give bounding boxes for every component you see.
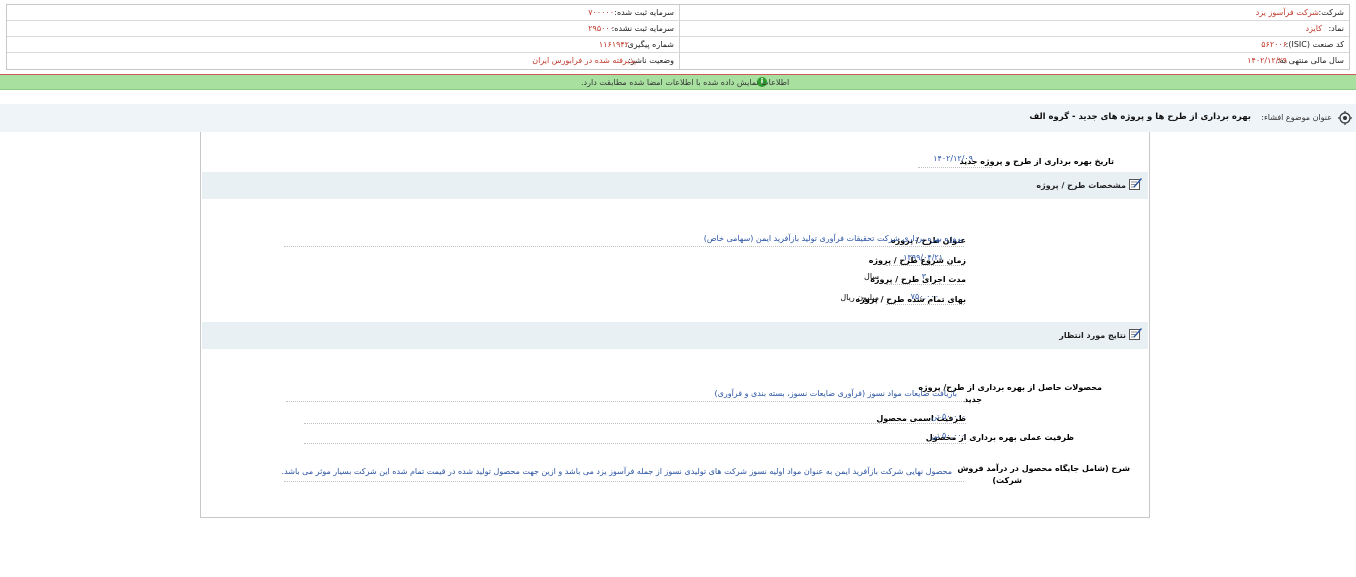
actual-capacity-value: ۵۰,۰۰۰ تن bbox=[931, 431, 966, 440]
symbol-label: نماد: bbox=[1328, 24, 1344, 33]
project-title-value: پروژه بهره برداری شرکت تحقیقات فرآوری تو… bbox=[703, 234, 963, 243]
edit-note-icon bbox=[1129, 328, 1142, 340]
subject-bar: عنوان موضوع افشاء: بهره برداری از طرح ها… bbox=[0, 104, 1356, 132]
exploitation-date-value: ۱۴۰۲/۱۲/۰۹ bbox=[933, 154, 973, 163]
results-section-header: نتایج مورد انتظار bbox=[202, 322, 1148, 349]
unregistered-capital-label: سرمایه ثبت نشده: bbox=[611, 24, 674, 33]
description-underline bbox=[284, 481, 964, 482]
duration-value: ۳ bbox=[921, 272, 926, 281]
duration-label: مدت اجرای طرح / پروژه bbox=[870, 275, 966, 284]
actual-capacity-underline bbox=[304, 443, 966, 444]
info-row-3: کد صنعت (ISIC): ۵۶۲۰۰۶ شماره پیگیری: ۱۱۶… bbox=[7, 37, 1349, 53]
cost-value: ۷۵۰,۰۰۰ bbox=[910, 292, 939, 301]
products-underline bbox=[286, 401, 966, 402]
description-label-line1: شرح (شامل جایگاه محصول در درآمد فروش bbox=[957, 464, 1130, 473]
tracking-value: ۱۱۶۱۹۴۲ bbox=[598, 40, 629, 49]
duration-underline bbox=[886, 284, 964, 285]
isic-label: کد صنعت (ISIC): bbox=[1285, 40, 1344, 49]
registered-capital-value: ۷۰۰۰۰۰ bbox=[588, 8, 614, 17]
nominal-capacity-value: ۵۰,۰۰۰ تن bbox=[931, 412, 966, 421]
start-time-underline bbox=[886, 265, 964, 266]
info-row-1: شرکت: شرکت فرآسوز یزد سرمایه ثبت شده: ۷۰… bbox=[7, 5, 1349, 21]
publisher-status-value: پذیرفته شده در فرابورس ایران bbox=[532, 56, 636, 65]
description-label-line2: شرکت) bbox=[992, 476, 1022, 485]
nominal-capacity-underline bbox=[304, 423, 966, 424]
edit-note-icon bbox=[1129, 178, 1142, 190]
signature-match-notice: i اطلاعات نمایش داده شده با اطلاعات امضا… bbox=[0, 74, 1356, 90]
cost-underline bbox=[886, 304, 964, 305]
fiscal-year-value: ۱۴۰۲/۱۲/۲۹ bbox=[1247, 56, 1287, 65]
isic-value: ۵۶۲۰۰۶ bbox=[1261, 40, 1287, 49]
company-info-table: شرکت: شرکت فرآسوز یزد سرمایه ثبت شده: ۷۰… bbox=[6, 4, 1350, 70]
project-section-header: مشخصات طرح / پروژه bbox=[202, 172, 1148, 199]
start-time-value: ۱۳۹۹/۰۴/۲۱ bbox=[903, 253, 943, 262]
products-value: بازیافت ضایعات مواد نسوز (فرآوری ضایعات … bbox=[714, 389, 957, 398]
results-section-title: نتایج مورد انتظار bbox=[1059, 331, 1126, 340]
registered-capital-label: سرمایه ثبت شده: bbox=[614, 8, 674, 17]
cost-unit: میلیون ریال bbox=[840, 293, 879, 302]
notice-text: اطلاعات نمایش داده شده با اطلاعات امضا ش… bbox=[581, 78, 790, 87]
info-row-2: نماد: کایزد سرمایه ثبت نشده: ۲۹۵۰۰۰ bbox=[7, 21, 1349, 37]
subject-value: بهره برداری از طرح ها و پروژه های جدید -… bbox=[1029, 112, 1251, 122]
tracking-label: شماره پیگیری: bbox=[624, 40, 674, 49]
exploitation-date-underline bbox=[918, 167, 992, 168]
subject-label: عنوان موضوع افشاء: bbox=[1261, 113, 1332, 122]
exploitation-date-label: تاریخ بهره برداری از طرح و پروژه جدید bbox=[959, 157, 1114, 166]
duration-unit: سال bbox=[864, 272, 879, 281]
company-label: شرکت: bbox=[1318, 8, 1344, 17]
target-icon bbox=[1338, 111, 1352, 125]
symbol-value: کایزد bbox=[1305, 24, 1322, 33]
unregistered-capital-value: ۲۹۵۰۰۰ bbox=[588, 24, 614, 33]
project-section-title: مشخصات طرح / پروژه bbox=[1036, 181, 1126, 190]
project-title-underline bbox=[284, 246, 964, 247]
company-value: شرکت فرآسوز یزد bbox=[1255, 8, 1319, 17]
description-value: محصول نهایی شرکت بازآفرید ایمن به عنوان … bbox=[281, 467, 952, 476]
products-label-line2: جدید bbox=[963, 395, 982, 404]
info-row-4: سال مالی منتهی به: ۱۴۰۲/۱۲/۲۹ وضعیت ناشر… bbox=[7, 53, 1349, 69]
